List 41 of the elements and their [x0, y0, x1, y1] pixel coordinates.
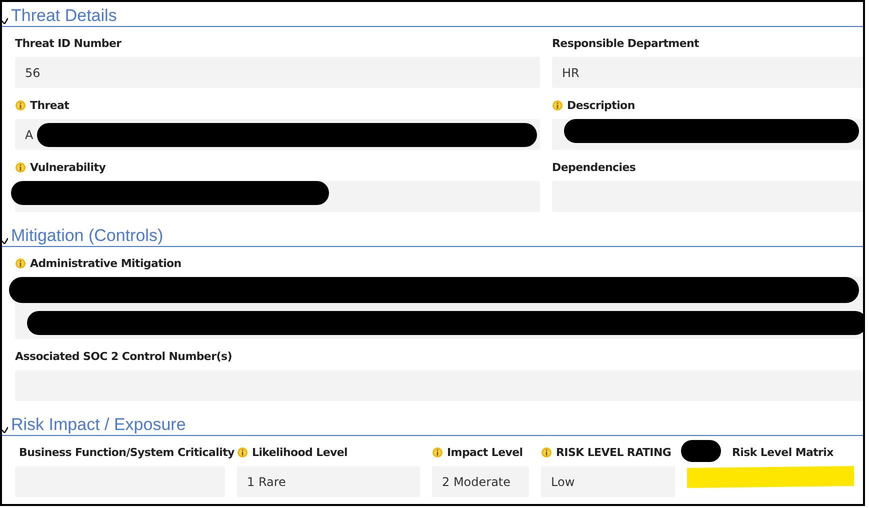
field-label: Dependencies — [552, 160, 636, 174]
info-icon — [237, 446, 248, 458]
field-label: Responsible Department — [552, 36, 699, 50]
input-field[interactable]: HR — [552, 57, 863, 88]
field-value: HR — [562, 66, 580, 80]
field-label: Associated SOC 2 Control Number(s) — [15, 350, 232, 362]
field-label: Threat ID Number — [15, 36, 122, 50]
collapse-icon[interactable] — [2, 427, 8, 433]
section-title: Risk Impact / Exposure — [11, 415, 186, 435]
field-label: Likelihood Level — [252, 446, 348, 458]
input-field[interactable]: A — [15, 119, 540, 150]
collapse-icon[interactable] — [2, 18, 8, 24]
input-field[interactable]: 56 — [15, 57, 540, 88]
collapse-icon[interactable] — [2, 238, 8, 244]
info-icon — [15, 162, 26, 172]
info-icon — [15, 100, 26, 110]
section-title: Threat Details — [11, 6, 117, 26]
field-label: Business Function/System Criticality — [19, 446, 234, 458]
field-value: Low — [551, 474, 575, 488]
field-label: RISK LEVEL RATING — [556, 446, 672, 458]
field-value: A — [25, 128, 34, 142]
section-title: Mitigation (Controls) — [11, 226, 164, 246]
field-value: 1 Rare — [247, 474, 286, 488]
info-icon — [541, 446, 552, 458]
field-value: 56 — [25, 66, 40, 80]
field-label: Vulnerability — [30, 160, 106, 174]
input-field[interactable]: Low — [541, 466, 675, 497]
field-value: 2 Moderate — [442, 474, 511, 488]
info-icon — [552, 100, 563, 110]
info-icon — [432, 446, 443, 458]
field-label: Threat — [30, 98, 70, 112]
input-field[interactable] — [552, 119, 863, 150]
info-icon — [15, 258, 26, 268]
field-label: Description — [567, 98, 635, 112]
field-label: Impact Level — [447, 446, 523, 458]
input-field[interactable] — [552, 181, 863, 212]
input-field[interactable] — [15, 370, 863, 401]
input-field[interactable]: 2 Moderate — [432, 466, 529, 497]
input-field[interactable]: 1 Rare — [237, 466, 420, 497]
field-label: Risk Level Matrix — [732, 446, 834, 458]
field-label: Administrative Mitigation — [30, 256, 182, 270]
